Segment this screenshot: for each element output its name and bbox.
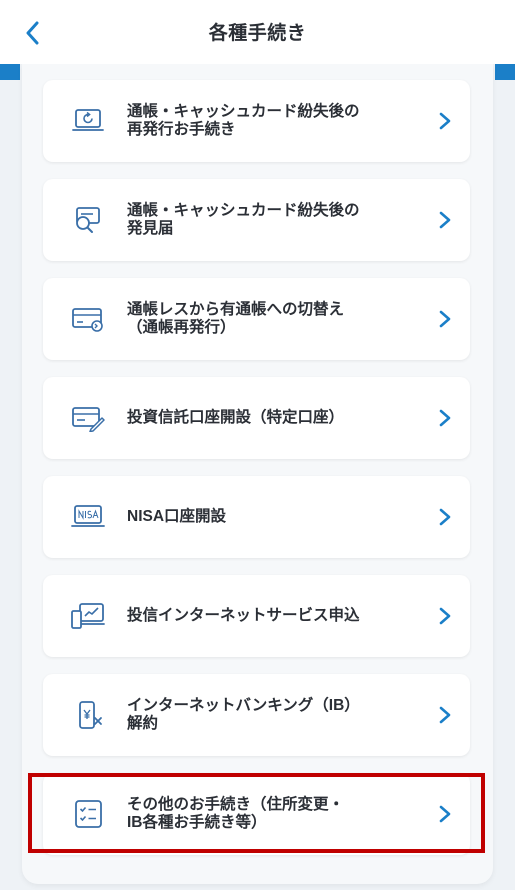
procedure-item-investment-account[interactable]: 投資信託口座開設（特定口座） [43,377,470,459]
chevron-right-icon [439,409,451,427]
procedure-item-investment-internet[interactable]: 投信インターネットサービス申込 [43,575,470,657]
chevron-right-icon [439,607,451,625]
laptop-refresh-icon [72,109,104,131]
page-title: 各種手続き [208,23,307,44]
card-pen-icon [72,407,105,432]
devices-chart-icon [71,603,105,629]
card-search-icon [76,207,100,233]
chevron-right-icon [439,310,451,328]
highlight-frame [28,773,485,853]
procedure-label: 投資信託口座開設（特定口座） [127,409,345,426]
procedure-item-reissue[interactable]: 通帳・キャッシュカード紛失後の 再発行お手続き [43,80,470,162]
accent-bar-right [495,64,515,80]
card-switch-icon [72,308,103,332]
procedure-label: インターネットバンキング（IB） 解約 [127,697,360,732]
accent-bar-left [0,64,20,80]
procedure-label: 投信インターネットサービス申込 [127,607,360,624]
chevron-right-icon [439,211,451,229]
chevron-right-icon [439,508,451,526]
app-header: 各種手続き [0,0,515,64]
procedure-item-nisa[interactable]: NISA口座開設 [43,476,470,558]
procedure-label: 通帳・キャッシュカード紛失後の 発見届 [127,202,360,237]
procedure-label: NISA口座開設 [127,508,227,525]
chevron-right-icon [439,112,451,130]
procedure-label: 通帳・キャッシュカード紛失後の 再発行お手続き [127,103,360,138]
procedure-label: 通帳レスから有通帳への切替え （通帳再発行） [127,301,345,336]
chevron-right-icon [439,706,451,724]
procedure-item-passbook-switch[interactable]: 通帳レスから有通帳への切替え （通帳再発行） [43,278,470,360]
phone-cancel-icon [79,701,102,729]
nisa-laptop-icon [71,505,105,527]
procedures-panel: 通帳・キャッシュカード紛失後の 再発行お手続き 通帳・キャッシュカード紛失後の … [22,64,493,884]
procedure-item-ib-cancel[interactable]: インターネットバンキング（IB） 解約 [43,674,470,756]
procedure-item-found-report[interactable]: 通帳・キャッシュカード紛失後の 発見届 [43,179,470,261]
